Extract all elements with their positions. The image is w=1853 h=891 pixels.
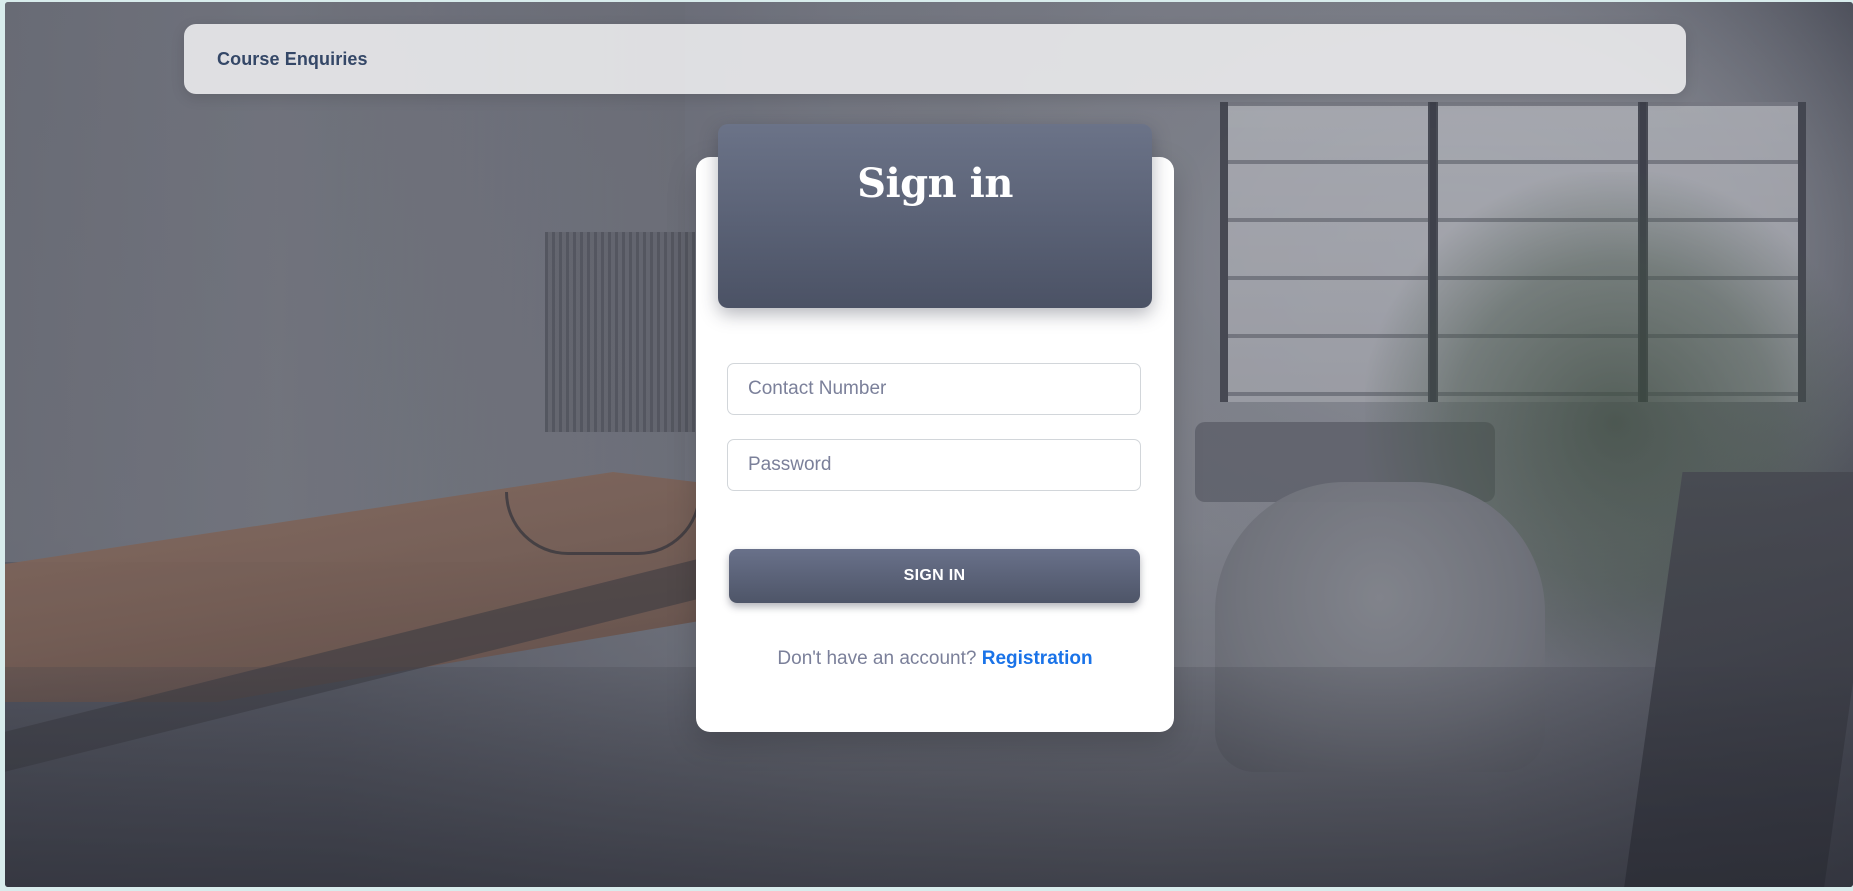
signin-card-header: Sign in (718, 124, 1152, 308)
brand-link[interactable]: Course Enquiries (217, 49, 368, 70)
no-account-text: Don't have an account? (777, 648, 977, 669)
sign-in-button[interactable]: SIGN IN (729, 549, 1140, 603)
registration-link[interactable]: Registration (982, 648, 1093, 669)
password-input[interactable] (727, 439, 1141, 491)
contact-number-input[interactable] (727, 363, 1141, 415)
signin-title: Sign in (857, 160, 1013, 207)
top-navbar: Course Enquiries (184, 24, 1686, 94)
registration-prompt: Don't have an account? Registration (696, 648, 1174, 670)
